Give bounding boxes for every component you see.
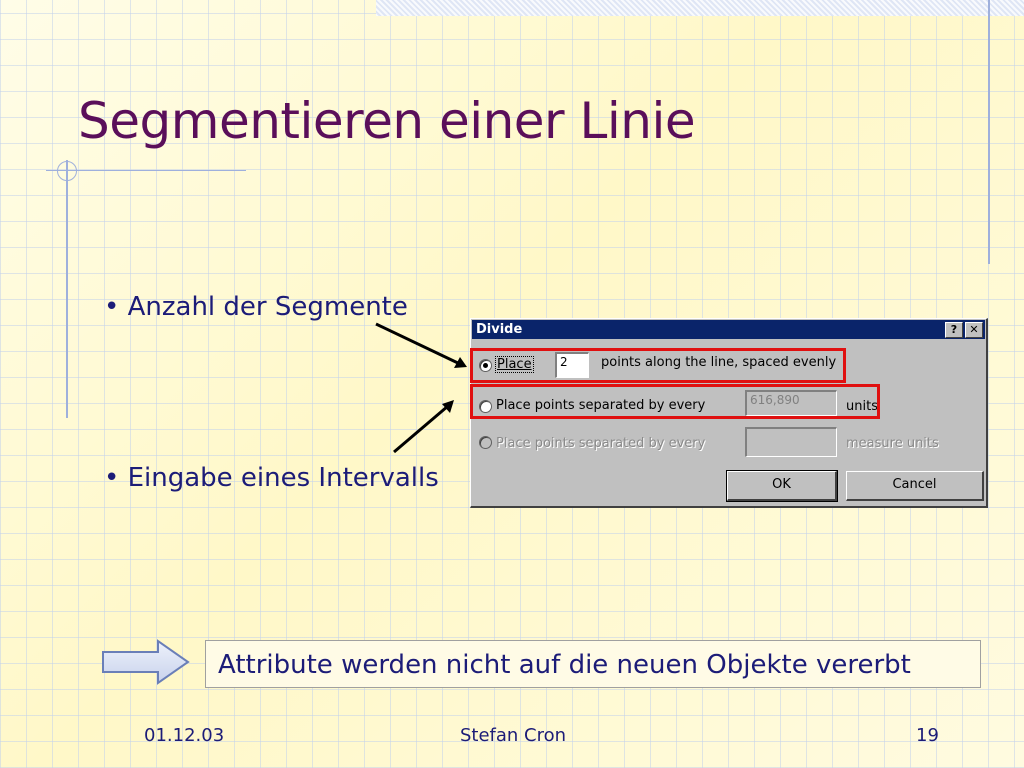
measure-units-label: measure units <box>846 436 939 451</box>
measure-input[interactable] <box>745 427 837 457</box>
footer-page-number: 19 <box>916 725 939 746</box>
note-text: Attribute werden nicht auf die neuen Obj… <box>218 650 911 680</box>
decorative-circle <box>57 161 77 181</box>
dialog-title: Divide <box>476 322 523 337</box>
close-button[interactable]: ✕ <box>965 322 983 338</box>
place-measure-label: Place points separated by every <box>496 436 706 451</box>
bullet-segment-count: • Anzahl der Segmente <box>104 292 408 322</box>
bullet-interval-input: • Eingabe eines Intervalls <box>104 463 439 493</box>
pointer-arrows <box>375 322 467 454</box>
slide-title: Segmentieren einer Linie <box>78 92 696 150</box>
highlight-box <box>470 384 880 419</box>
decorative-band <box>376 0 1024 16</box>
footer-author: Stefan Cron <box>460 725 567 746</box>
help-button[interactable]: ? <box>945 322 963 338</box>
decorative-line <box>66 160 68 418</box>
dialog-titlebar[interactable]: Divide ? ✕ <box>472 320 985 339</box>
ok-button[interactable]: OK <box>726 470 838 502</box>
decorative-line <box>988 0 990 264</box>
place-measure-radio[interactable] <box>479 436 492 449</box>
note-box: Attribute werden nicht auf die neuen Obj… <box>205 640 981 688</box>
cancel-button[interactable]: Cancel <box>846 471 984 501</box>
right-arrow-icon <box>102 639 190 685</box>
footer-date: 01.12.03 <box>144 725 225 746</box>
highlight-box <box>470 348 846 383</box>
